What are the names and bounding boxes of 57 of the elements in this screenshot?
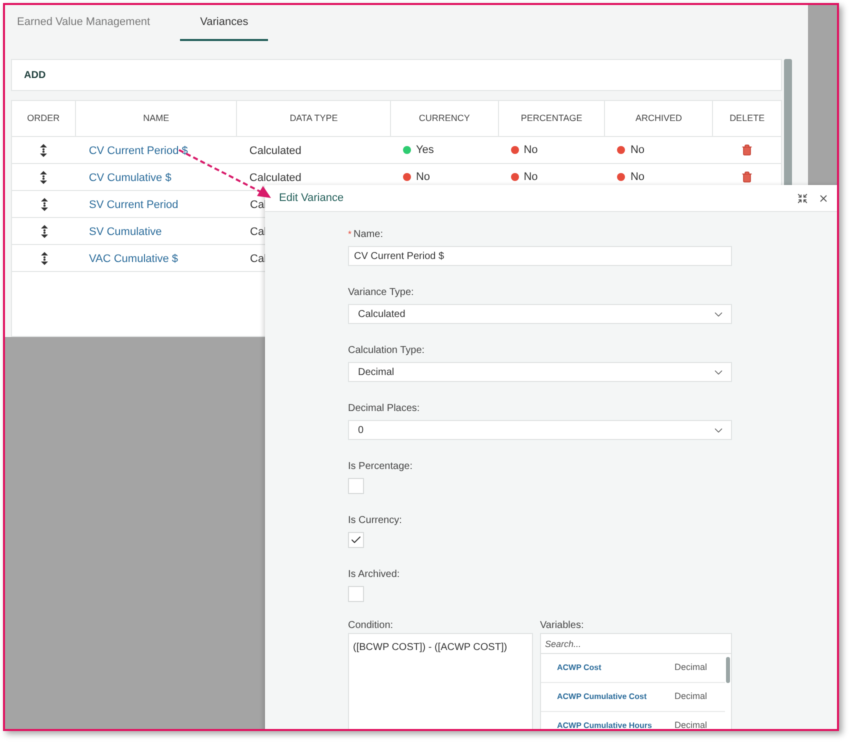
shrink-icon[interactable]	[797, 192, 808, 204]
required-mark: *	[348, 230, 352, 238]
variance-link[interactable]: CV Cumulative $	[88, 172, 172, 184]
tab[interactable]: Variances	[180, 5, 268, 41]
select-field[interactable]: Decimal	[348, 362, 732, 382]
checkbox[interactable]	[348, 478, 364, 494]
field-label: Variance Type:	[348, 286, 414, 300]
delete-icon[interactable]	[741, 171, 754, 183]
column-header: PERCENTAGE	[498, 101, 606, 136]
name-field[interactable]: CV Current Period $	[348, 246, 732, 266]
status-text: No	[416, 170, 430, 185]
scrollbar-thumb[interactable]	[726, 657, 730, 683]
table-cell: Calculated	[249, 172, 302, 184]
field-label: Is Archived:	[348, 568, 400, 582]
add-button[interactable]: ADD	[24, 68, 46, 82]
reorder-icon[interactable]	[40, 170, 48, 184]
field-label: Variables:	[540, 619, 585, 632]
select-field[interactable]: Calculated	[348, 304, 732, 324]
field-label: Is Currency:	[348, 514, 402, 528]
variance-link[interactable]: CV Current Period $	[88, 145, 188, 157]
table-cell: Calculated	[249, 145, 302, 157]
select-field[interactable]: 0	[348, 420, 732, 440]
check-icon	[350, 534, 362, 546]
condition-field[interactable]: ([BCWP COST]) - ([ACWP COST])	[348, 633, 533, 729]
dialog-title: Edit Variance	[279, 190, 344, 206]
reorder-icon[interactable]	[40, 224, 48, 238]
field-label: Is Percentage:	[348, 460, 412, 474]
column-header: DATA TYPE	[237, 101, 391, 136]
search-field[interactable]: Search...	[541, 634, 731, 654]
field-label: Decimal Places:	[348, 402, 420, 416]
column-header: ORDER	[12, 101, 76, 136]
field-label: Condition:	[348, 619, 394, 632]
column-header: DELETE	[728, 112, 766, 125]
reorder-icon[interactable]	[40, 198, 48, 210]
column-header: ARCHIVED	[605, 101, 714, 136]
reorder-icon[interactable]	[40, 144, 48, 156]
checkbox[interactable]	[348, 532, 364, 548]
variance-link[interactable]: VAC Cumulative $	[89, 253, 178, 265]
variance-link[interactable]: SV Current Period	[89, 199, 178, 211]
column-header: CURRENCY	[391, 101, 499, 136]
field-label: Name:	[354, 228, 383, 242]
status-text: No	[630, 170, 645, 185]
status-text: No	[630, 142, 645, 158]
tab[interactable]: Earned Value Management	[15, 5, 152, 41]
close-icon[interactable]	[818, 192, 829, 204]
variable-item[interactable]: ACWP Cost Decimal	[541, 654, 725, 683]
variable-item[interactable]: ACWP Cumulative Hours Decimal	[541, 712, 725, 729]
variable-item[interactable]: ACWP Cumulative Cost Decimal	[541, 683, 725, 712]
variance-link[interactable]: SV Cumulative	[89, 226, 162, 238]
status-text: Yes	[416, 142, 434, 158]
status-text: No	[524, 170, 538, 185]
reorder-icon[interactable]	[40, 252, 48, 264]
column-header: NAME	[76, 101, 238, 136]
status-text: No	[524, 142, 538, 158]
field-label: Calculation Type:	[348, 344, 425, 358]
checkbox[interactable]	[348, 586, 364, 602]
delete-icon[interactable]	[741, 144, 754, 156]
